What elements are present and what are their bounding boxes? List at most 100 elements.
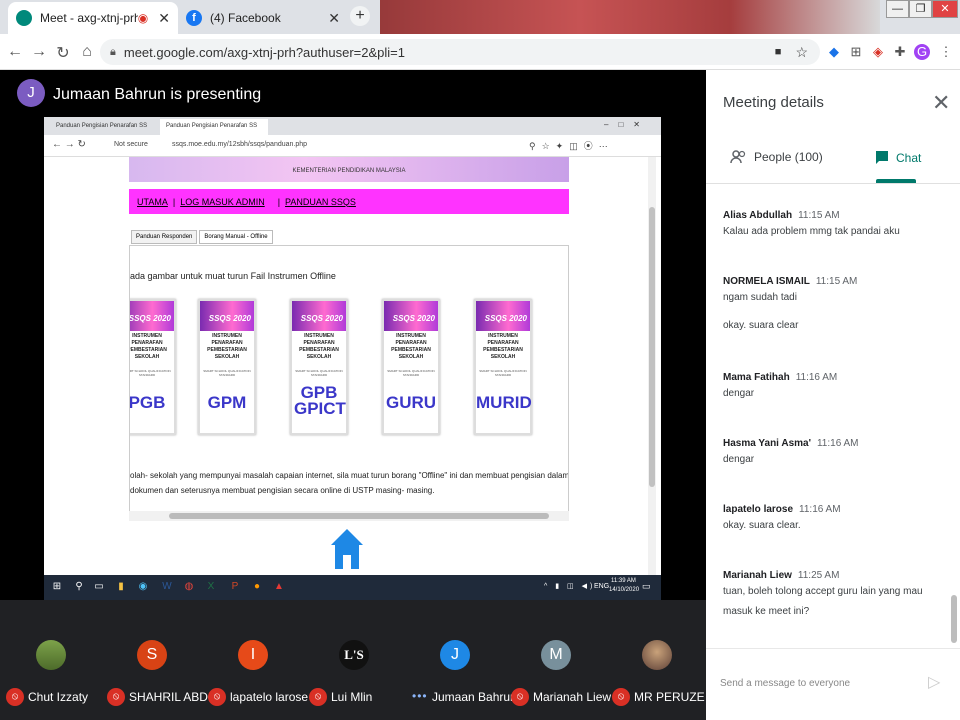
cover-pgb: SSQS 2020 INSTRUMEN PENARAFAN PEMBESTARI… [129, 299, 176, 435]
bookmark-star-icon[interactable]: ☆ [795, 44, 808, 61]
sender-name: Hasma Yani Asma' [723, 438, 811, 449]
mic-off-icon: ⦸ [612, 688, 630, 706]
note-text: olah- sekolah yang mempunyai masalah cap… [130, 471, 569, 495]
shared-tab: Panduan Pengisian Penarafan SS [160, 119, 268, 135]
message-text: okay. suara clear [723, 320, 799, 331]
tray-date: 14/10/2020 [609, 587, 640, 593]
message-time: 11:16 AM [799, 504, 841, 515]
close-window-button[interactable]: ✕ [932, 0, 958, 18]
compose-divider [706, 648, 960, 649]
sender-name: Mama Fatihah [723, 372, 790, 383]
camera-icon[interactable]: ■ [775, 46, 782, 58]
send-icon[interactable]: ▷ [928, 672, 940, 692]
extension-grid-icon[interactable]: ⊞ [848, 44, 864, 60]
maximize-button[interactable]: ❐ [909, 0, 932, 18]
cover-title: INSTRUMEN PENARAFAN PEMBESTARIAN SEKOLAH [129, 333, 167, 360]
chat-compose-input[interactable]: Send a message to everyone [720, 678, 850, 689]
presenter-label: Jumaan Bahrun is presenting [53, 86, 262, 103]
cover-sub: SMART SCHOOL QUALIFICATION STANDARD [203, 369, 251, 377]
extension-diamond-icon[interactable]: ◆ [826, 44, 842, 60]
reload-icon[interactable]: ↻ [54, 43, 72, 63]
extensions-puzzle-icon[interactable]: ✚ [892, 44, 908, 60]
cover-sub: SMART SCHOOL QUALIFICATION STANDARD [387, 369, 435, 377]
shared-url: ssqs.moe.edu.my/12sbh/ssqs/panduan.php [172, 141, 308, 148]
participant-tile[interactable]: S ⦸ SHAHRIL ABD... [101, 600, 218, 720]
meet-icon [16, 10, 32, 26]
tab-title: Meet - axg-xtnj-prh [40, 11, 138, 25]
mic-off-icon: ⦸ [208, 688, 226, 706]
message-text: okay. suara clear. [723, 520, 801, 531]
facebook-icon: f [186, 10, 202, 26]
ssqs-panel: ada gambar untuk muat turun Fail Instrum… [129, 245, 569, 515]
meeting-details-title: Meeting details [723, 94, 824, 111]
shared-address-bar: ← → ↻ Not secure ssqs.moe.edu.my/12sbh/s… [44, 135, 661, 157]
message-text: dengar [723, 454, 755, 465]
tray-lang: ENG [594, 583, 610, 590]
home-icon[interactable]: ⌂ [78, 43, 96, 61]
shared-nav-icons: ← → ↻ [52, 139, 86, 150]
participant-tile[interactable]: ⦸ MR PERUZE [606, 600, 706, 720]
participant-tile[interactable]: L'S ⦸ Lui Mlin [303, 600, 403, 720]
search-icon: ⚲ [75, 581, 83, 592]
participant-tile[interactable]: ⦸ Chut Izzaty [0, 600, 100, 720]
chrome-icon: ◍ [184, 581, 194, 592]
tray-icons: ^ ▮ ◫ ◀) [544, 583, 596, 590]
file-explorer-icon: ▮ [118, 581, 124, 592]
cover-header: SSQS 2020 [476, 301, 530, 331]
ssqs-banner: KEMENTERIAN PENDIDIKAN MALAYSIA [129, 157, 569, 182]
shared-hscroll-thumb [169, 513, 549, 519]
participant-tile[interactable]: M ⦸ Marianah Liew [505, 600, 611, 720]
participant-tile[interactable]: J ••• Jumaan Bahrun [404, 600, 517, 720]
omnibox[interactable]: 🔒︎ meet.google.com/axg-xtnj-prh?authuser… [100, 39, 820, 65]
excel-icon: X [207, 581, 215, 592]
extension-shield-icon[interactable]: ◈ [870, 44, 886, 60]
cover-sub: SMART SCHOOL QUALIFICATION STANDARD [129, 369, 171, 377]
participant-name: MR PERUZE [634, 690, 705, 704]
windows-start-icon: ⊞ [52, 581, 62, 592]
message-time: 11:15 AM [815, 276, 858, 287]
url-text: meet.google.com/axg-xtnj-prh?authuser=2&… [123, 44, 405, 60]
browser-tab-bar: Meet - axg-xtnj-prh ◉ ✕ f (4) Facebook ✕… [0, 0, 960, 34]
acrobat-icon: ▲ [274, 581, 284, 592]
tab-chat[interactable]: Chat [874, 150, 921, 166]
cover-code: GURU [385, 393, 437, 412]
tab-facebook[interactable]: f (4) Facebook ✕ [178, 2, 348, 34]
nav-log-masuk-admin: LOG MASUK ADMIN [180, 196, 265, 207]
cover-sub: SMART SCHOOL QUALIFICATION STANDARD [295, 369, 343, 377]
menu-icon[interactable]: ⋮ [938, 44, 954, 60]
window-titlebar-background [380, 0, 880, 34]
profile-avatar[interactable]: G [914, 44, 930, 60]
ssqs-navbar: UTAMA | LOG MASUK ADMIN | PANDUAN SSQS [129, 189, 569, 214]
close-icon[interactable]: ✕ [932, 90, 950, 116]
back-icon[interactable]: ← [6, 43, 24, 61]
cover-guru: SSQS 2020 INSTRUMEN PENARAFAN PEMBESTARI… [382, 299, 440, 435]
cover-murid: SSQS 2020 INSTRUMEN PENARAFAN PEMBESTARI… [474, 299, 532, 435]
chat-scrollbar[interactable] [951, 595, 957, 643]
message-time: 11:25 AM [797, 570, 840, 581]
shared-page: KEMENTERIAN PENDIDIKAN MALAYSIA UTAMA | … [44, 157, 654, 575]
shared-screen: Panduan Pengisian Penarafan SS Panduan P… [44, 117, 661, 600]
message-text: ngam sudah tadi [723, 292, 797, 303]
cover-header: SSQS 2020 [384, 301, 438, 331]
lock-icon: 🔒︎ [110, 45, 116, 58]
participant-name: Marianah Liew [533, 690, 612, 704]
tab-meet[interactable]: Meet - axg-xtnj-prh ◉ ✕ [8, 2, 178, 34]
presenter-avatar: J [17, 79, 45, 107]
tab-people[interactable]: People (100) [730, 150, 823, 164]
chat-message: Hasma Yani Asma' 11:16 AM dengar [723, 438, 859, 470]
close-icon[interactable]: ✕ [158, 10, 170, 27]
minimize-button[interactable]: — [886, 0, 909, 18]
new-tab-button[interactable]: + [350, 6, 370, 26]
tray-time: 11:39 AM [611, 578, 636, 584]
meeting-details-panel: Meeting details ✕ People (100) Chat Alia… [706, 70, 960, 720]
close-icon[interactable]: ✕ [328, 10, 340, 27]
forward-icon[interactable]: → [30, 43, 48, 61]
cover-code: MURID [476, 393, 532, 412]
shared-tab: Panduan Pengisian Penarafan SS [56, 123, 148, 129]
participant-avatar: L'S [339, 640, 369, 680]
participant-tile[interactable]: I ⦸ lapatelo larose [202, 600, 308, 720]
sender-name: Alias Abdullah [723, 210, 793, 221]
firefox-icon: ● [253, 581, 261, 592]
cover-code: GPM [207, 393, 247, 412]
participant-avatar: J [440, 640, 470, 680]
